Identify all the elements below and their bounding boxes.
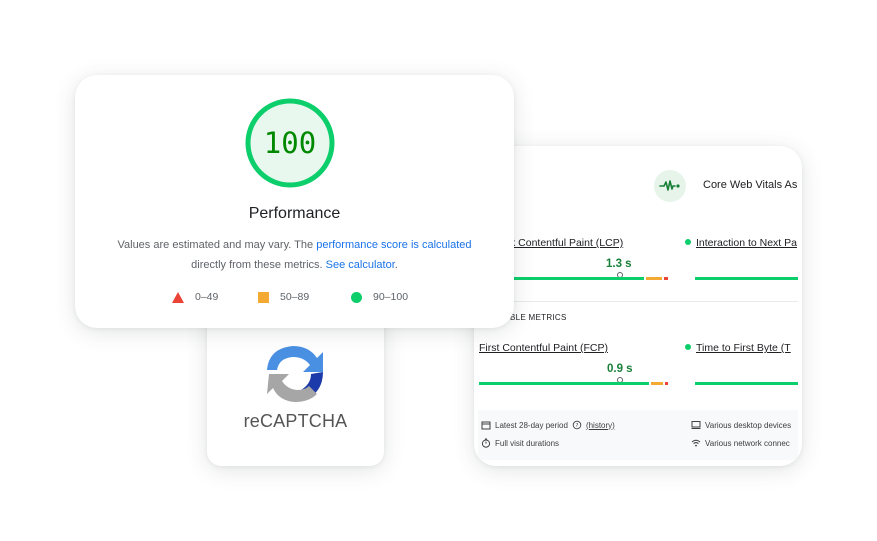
- devices-info: Various desktop devices: [691, 420, 791, 430]
- bar-good-segment: [695, 382, 798, 385]
- metric-fcp-distribution-bar: [479, 382, 668, 385]
- metric-lcp-distribution-bar: [514, 277, 668, 280]
- legend-ni-label: 50–89: [280, 291, 310, 303]
- durations-info: Full visit durations: [481, 438, 559, 448]
- cwv-title: Core Web Vitals As: [703, 179, 798, 191]
- score-calculated-link[interactable]: performance score is calculated: [316, 239, 471, 251]
- wifi-icon: [691, 439, 701, 447]
- durations-text: Full visit durations: [495, 438, 560, 448]
- desc-middle: directly from these metrics.: [191, 259, 326, 271]
- bar-good-segment: [695, 277, 798, 280]
- pulse-icon: [654, 170, 686, 202]
- devices-text: Various desktop devices: [705, 420, 792, 430]
- network-info: Various network connec: [691, 438, 790, 448]
- metric-ttfb-distribution-bar: [695, 382, 798, 385]
- history-link[interactable]: (history): [586, 421, 615, 430]
- performance-card: 100 Performance Values are estimated and…: [75, 75, 514, 328]
- see-calculator-link[interactable]: See calculator: [326, 259, 395, 271]
- bar-poor-segment: [664, 277, 668, 280]
- metric-ttfb-status-dot: [685, 344, 691, 350]
- desc-suffix: .: [394, 259, 398, 271]
- metric-lcp-link[interactable]: k Contentful Paint (LCP): [510, 237, 623, 249]
- metric-lcp-value: 1.3 s: [606, 258, 632, 270]
- metric-ttfb-link[interactable]: Time to First Byte (T: [696, 342, 791, 354]
- recaptcha-logo-icon: [267, 346, 323, 402]
- timer-icon: [481, 438, 491, 448]
- performance-score: 100: [263, 126, 317, 160]
- bar-good-segment: [514, 277, 644, 280]
- period-text: Latest 28-day period: [495, 420, 568, 430]
- triangle-icon: [172, 291, 184, 303]
- square-icon: [258, 291, 269, 303]
- metric-inp-distribution-bar: [695, 277, 798, 280]
- legend-good-label: 90–100: [373, 291, 409, 303]
- help-icon[interactable]: ?: [572, 420, 582, 430]
- desc-prefix: Values are estimated and may vary. The: [117, 239, 317, 251]
- circle-icon: [351, 291, 362, 303]
- bar-good-segment: [479, 382, 649, 385]
- recaptcha-label: reCAPTCHA: [243, 411, 348, 431]
- legend-poor: 0–49: [172, 291, 218, 303]
- performance-description: Values are estimated and may vary. The p…: [95, 235, 494, 275]
- core-web-vitals-card: Core Web Vitals As k Contentful Paint (L…: [474, 146, 802, 466]
- bar-ni-segment: [646, 277, 662, 280]
- svg-text:?: ?: [575, 423, 578, 429]
- bar-ni-segment: [651, 382, 663, 385]
- calendar-icon: [481, 421, 491, 430]
- period-info: Latest 28-day period ? (history): [481, 420, 615, 430]
- section-label: BLE METRICS: [510, 313, 567, 322]
- legend-poor-label: 0–49: [195, 291, 219, 303]
- legend-good: 90–100: [351, 291, 408, 303]
- metric-fcp-value: 0.9 s: [607, 363, 633, 375]
- cwv-footer: Latest 28-day period ? (history) Full vi…: [478, 410, 798, 460]
- desktop-icon: [691, 421, 701, 429]
- legend-needs-improvement: 50–89: [258, 291, 309, 303]
- metric-inp-link[interactable]: Interaction to Next Pa: [696, 237, 797, 249]
- section-divider: [474, 301, 798, 302]
- cwv-content: Core Web Vitals As k Contentful Paint (L…: [474, 146, 798, 466]
- metric-fcp-link[interactable]: First Contentful Paint (FCP): [479, 342, 608, 354]
- performance-title: Performance: [248, 205, 341, 222]
- metric-inp-status-dot: [685, 239, 691, 245]
- network-text: Various network connec: [705, 438, 790, 448]
- bar-poor-segment: [665, 382, 668, 385]
